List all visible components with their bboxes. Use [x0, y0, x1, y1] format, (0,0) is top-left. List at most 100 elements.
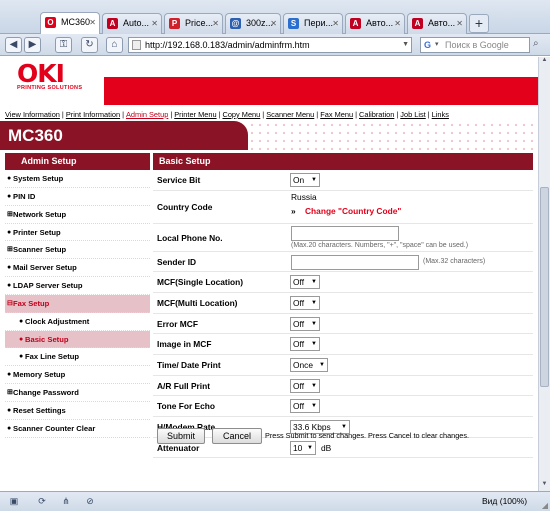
chevron-down-icon[interactable]: ▾ [435, 38, 439, 52]
topnav-link[interactable]: Fax Menu [320, 110, 353, 119]
browser-tab[interactable]: A Авто... ✕ [345, 13, 405, 34]
scrollbar-thumb[interactable] [540, 187, 549, 387]
nav-separator: | [218, 110, 221, 119]
row-sender-id: Sender ID (Max.32 characters) [153, 252, 533, 273]
disabled-icon[interactable]: ⊘ [84, 495, 96, 507]
sidebar-item[interactable]: ● Reset Settings [5, 402, 150, 420]
sidebar-item[interactable]: ● Mail Server Setup [5, 259, 150, 278]
top-navigation: View Information | Print Information | Admin… [5, 109, 538, 121]
network-icon[interactable]: ⋔ [60, 495, 72, 507]
sidebar-item[interactable]: ⊟ Fax Setup [5, 294, 150, 313]
search-icon[interactable]: ⌕ [533, 38, 539, 49]
browser-tab[interactable]: A Авто... ✕ [407, 13, 467, 34]
tone-echo-label: Tone For Echo [157, 401, 216, 412]
address-bar[interactable]: http://192.168.0.183/admin/adminfrm.htm … [128, 37, 412, 53]
chevron-down-icon[interactable]: ▼ [402, 38, 409, 52]
panel-title: Basic Setup [153, 153, 533, 170]
settings-panel: Basic Setup Service Bit On ▼ Country Code… [153, 153, 533, 459]
sidebar-item[interactable]: ● Fax Line Setup [5, 348, 150, 367]
status-bar: ▣ ⟳ ⋔ ⊘ Вид (100%) ◢ [0, 491, 550, 511]
close-icon[interactable]: ✕ [89, 13, 96, 32]
row-image-mcf: Image in MCF Off ▼ [153, 334, 533, 355]
close-icon[interactable]: ✕ [212, 14, 219, 33]
time-date-print-select[interactable]: Once ▼ [290, 357, 328, 372]
zoom-level[interactable]: Вид (100%) [482, 496, 527, 506]
sidebar-item[interactable]: ● Memory Setup [5, 366, 150, 385]
close-icon[interactable]: ✕ [270, 14, 277, 33]
sidebar-item[interactable]: ● System Setup [5, 170, 150, 188]
mcf-single-select[interactable]: Off ▼ [290, 275, 320, 290]
close-icon[interactable]: ✕ [456, 14, 463, 33]
favicon-icon: A [412, 18, 423, 29]
home-icon[interactable]: ⌂ [106, 37, 123, 53]
search-input[interactable]: G ▾ Поиск в Google [420, 37, 530, 53]
service-bit-select[interactable]: On ▼ [290, 173, 320, 187]
expand-icon: ⊞ [7, 210, 13, 218]
vertical-scrollbar[interactable]: ▲ ▼ [538, 57, 550, 491]
close-icon[interactable]: ✕ [394, 14, 401, 33]
sidebar-item[interactable]: ⊞ Network Setup [5, 206, 150, 224]
topnav-link[interactable]: Copy Menu [222, 110, 260, 119]
resize-grip-icon[interactable]: ◢ [542, 501, 548, 510]
sidebar-item[interactable]: ⊞ Scanner Setup [5, 241, 150, 260]
new-tab-button[interactable]: + [469, 14, 489, 33]
sidebar-item[interactable]: ● Scanner Counter Clear [5, 420, 150, 438]
close-icon[interactable]: ✕ [151, 14, 158, 33]
sync-icon[interactable]: ⟳ [36, 495, 48, 507]
change-country-code-link[interactable]: Change "Country Code" [305, 206, 401, 216]
bullet-icon: ● [7, 228, 12, 236]
scroll-down-icon[interactable]: ▼ [540, 481, 549, 491]
row-service-bit: Service Bit On ▼ [153, 170, 533, 191]
back-icon[interactable]: ◀ [5, 37, 22, 53]
forward-icon[interactable]: ▶ [24, 37, 41, 53]
local-phone-field[interactable] [291, 225, 399, 241]
scroll-up-icon[interactable]: ▲ [540, 57, 549, 67]
topnav-link[interactable]: Scanner Menu [266, 110, 314, 119]
topnav-link[interactable]: Print Information [66, 110, 120, 119]
sidebar-item[interactable]: ● Basic Setup [5, 330, 150, 349]
cancel-button[interactable]: Cancel [212, 428, 262, 444]
row-local-phone: Local Phone No. (Max.20 characters. Numb… [153, 224, 533, 252]
topnav-link[interactable]: Admin Setup [126, 110, 168, 119]
topnav-link[interactable]: Job List [400, 110, 425, 119]
tab-label: Авто... [428, 18, 456, 28]
topnav-link[interactable]: Links [432, 110, 449, 119]
topnav-link[interactable]: View Information [5, 110, 60, 119]
submit-button[interactable]: Submit [157, 428, 205, 444]
browser-tab[interactable]: S Пери... ✕ [283, 13, 343, 34]
favicon-icon: A [107, 18, 118, 29]
mcf-multi-label: MCF(Multi Location) [157, 297, 238, 308]
row-country-code: Country Code Russia » Change "Country Co… [153, 191, 533, 224]
sidebar-item[interactable]: ⊞ Change Password [5, 384, 150, 402]
sidebar-item[interactable]: ● LDAP Server Setup [5, 277, 150, 295]
sidebar-toggle-icon[interactable]: ▣ [8, 495, 20, 507]
nav-separator: | [316, 110, 319, 119]
reload-icon[interactable]: ↻ [81, 37, 98, 53]
browser-tab[interactable]: O MC360 ✕ [40, 12, 100, 35]
sidebar-item[interactable]: ● Printer Setup [5, 224, 150, 242]
country-code-label: Country Code [157, 201, 213, 212]
collapse-icon: ⊟ [7, 299, 13, 307]
mcf-multi-select[interactable]: Off ▼ [290, 295, 320, 310]
tab-label: Авто... [366, 18, 394, 28]
browser-tab[interactable]: P Price... ✕ [164, 13, 223, 34]
row-mcf-multi: MCF(Multi Location) Off ▼ [153, 293, 533, 314]
topnav-link[interactable]: Calibration [359, 110, 394, 119]
ar-full-print-value: Off [293, 380, 305, 391]
browser-tab[interactable]: A Auto... ✕ [102, 13, 162, 34]
bullet-icon: ● [7, 406, 12, 414]
browser-tab[interactable]: @300z... ✕ [225, 13, 281, 34]
sidebar-item-label: Scanner Setup [13, 245, 67, 255]
sender-id-field[interactable] [291, 254, 419, 270]
country-code-value: Russia [291, 191, 317, 202]
sidebar-item[interactable]: ● PIN ID [5, 188, 150, 206]
tone-echo-select[interactable]: Off ▼ [290, 399, 320, 414]
error-mcf-select[interactable]: Off ▼ [290, 316, 320, 331]
key-icon[interactable]: ⚿ [55, 37, 72, 53]
ar-full-print-select[interactable]: Off ▼ [290, 378, 320, 393]
sidebar-item-label: System Setup [13, 174, 64, 183]
image-mcf-select[interactable]: Off ▼ [290, 337, 320, 352]
topnav-link[interactable]: Printer Menu [174, 110, 216, 119]
close-icon[interactable]: ✕ [332, 14, 339, 33]
sidebar-item[interactable]: ● Clock Adjustment [5, 313, 150, 331]
